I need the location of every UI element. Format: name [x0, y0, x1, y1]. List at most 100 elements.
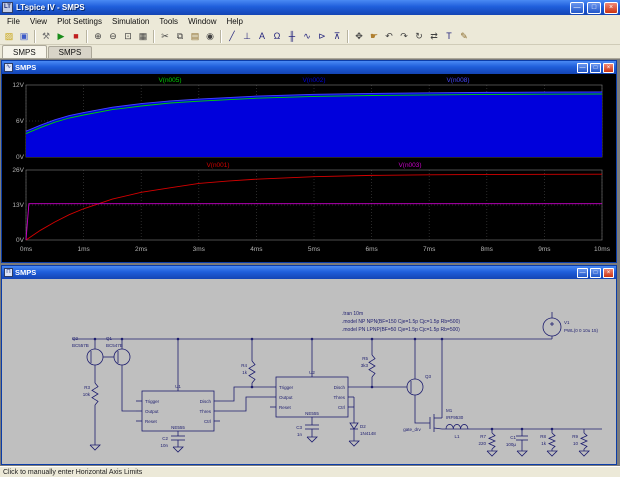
svg-text:NE555: NE555	[305, 411, 319, 416]
waveform-minimize-button[interactable]: —	[577, 62, 588, 73]
menu-item-plot-settings[interactable]: Plot Settings	[52, 17, 107, 26]
svg-text:Output: Output	[279, 395, 293, 400]
svg-text:Ctrl: Ctrl	[204, 419, 211, 424]
waveform-window: ∿ SMPS — □ × 0ms 1ms 2ms 3ms 4ms 5ms 6ms 7ms 8ms…	[1, 60, 617, 263]
svg-text:Q1: Q1	[106, 336, 113, 341]
svg-text:3ms: 3ms	[193, 246, 206, 253]
find-icon[interactable]: ◉	[203, 29, 217, 44]
svg-text:Q2: Q2	[72, 336, 79, 341]
schematic-window-titlebar[interactable]: ⊓ SMPS — □ ×	[2, 266, 616, 279]
svg-text:U1: U1	[175, 384, 181, 389]
schematic-canvas[interactable]: .tran 10m .model NP NPN(BF=150 Cje=1.5p C…	[2, 279, 616, 464]
save-icon[interactable]: ▣	[17, 29, 31, 44]
resistor-icon[interactable]: Ω	[270, 29, 284, 44]
svg-text:Ctrl: Ctrl	[338, 405, 345, 410]
schematic-close-button[interactable]: ×	[603, 267, 614, 278]
waveform-maximize-button[interactable]: □	[590, 62, 601, 73]
waveform-close-button[interactable]: ×	[603, 62, 614, 73]
ground-icon[interactable]: ⊥	[240, 29, 254, 44]
toolbar-separator	[220, 29, 222, 43]
svg-text:M1: M1	[446, 408, 453, 413]
svg-text:1ms: 1ms	[77, 246, 90, 253]
toolbar: ▨ ▣ ⚒ ▶ ■ ⊕ ⊖ ⊡ ▦ ✂ ⧉ ▤ ◉ ╱ ⊥ A Ω ╫ ∿ ⊳ ⊼ ✥ ☛ ↶ ↷ ↻ ⇄ T ✎	[0, 28, 620, 45]
undo-icon[interactable]: ↶	[382, 29, 396, 44]
svg-text:8ms: 8ms	[481, 246, 494, 253]
window-title: LTspice IV - SMPS	[16, 3, 85, 12]
run-icon[interactable]: ▶	[54, 29, 68, 44]
svg-text:1n: 1n	[297, 432, 303, 437]
menu-item-tools[interactable]: Tools	[154, 17, 183, 26]
mdi-client: ∿ SMPS — □ × 0ms 1ms 2ms 3ms 4ms 5ms 6ms 7ms 8ms…	[0, 59, 620, 466]
control-panel-icon[interactable]: ⚒	[39, 29, 53, 44]
schematic-minimize-button[interactable]: —	[577, 267, 588, 278]
label-net-icon[interactable]: A	[255, 29, 269, 44]
svg-text:NE555: NE555	[171, 425, 185, 430]
waveform-window-title: SMPS	[15, 63, 37, 72]
svg-text:R4: R4	[241, 363, 247, 368]
menu-item-window[interactable]: Window	[183, 17, 221, 26]
minimize-button[interactable]: —	[570, 1, 584, 14]
diode-icon[interactable]: ⊳	[315, 29, 329, 44]
app-icon: LT	[2, 2, 13, 13]
halt-icon[interactable]: ■	[69, 29, 83, 44]
svg-text:1k: 1k	[242, 370, 248, 375]
svg-text:R5: R5	[362, 356, 368, 361]
svg-text:.model NP NPN(BF=150 Cje=1.5p: .model NP NPN(BF=150 Cje=1.5p Cjc=1.5p R…	[342, 319, 460, 325]
svg-text:1N4148: 1N4148	[360, 431, 376, 436]
zoom-fit-icon[interactable]: ⊡	[121, 29, 135, 44]
svg-text:0ms: 0ms	[20, 246, 33, 253]
svg-text:6ms: 6ms	[365, 246, 378, 253]
menu-item-simulation[interactable]: Simulation	[107, 17, 154, 26]
tab-smps-2[interactable]: SMPS	[47, 46, 93, 58]
status-text: Click to manually enter Horizontal Axis …	[3, 468, 143, 476]
edit-icon[interactable]: ✎	[457, 29, 471, 44]
toolbar-separator	[153, 29, 155, 43]
copy-icon[interactable]: ⧉	[173, 29, 187, 44]
close-button[interactable]: ×	[604, 1, 618, 14]
svg-text:U2: U2	[309, 370, 315, 375]
component-icon[interactable]: ⊼	[330, 29, 344, 44]
open-icon[interactable]: ▨	[2, 29, 16, 44]
svg-text:5ms: 5ms	[308, 246, 321, 253]
inductor-icon[interactable]: ∿	[300, 29, 314, 44]
svg-text:V(n001): V(n001)	[206, 162, 229, 169]
waveform-plot[interactable]: 0ms 1ms 2ms 3ms 4ms 5ms 6ms 7ms 8ms 9ms 10ms 12V 6V 0…	[2, 74, 616, 262]
schematic-maximize-button[interactable]: □	[590, 267, 601, 278]
svg-text:13V: 13V	[12, 202, 24, 209]
grid-icon[interactable]: ▦	[136, 29, 150, 44]
svg-text:0V: 0V	[16, 154, 25, 161]
menu-item-help[interactable]: Help	[222, 17, 248, 26]
cut-icon[interactable]: ✂	[158, 29, 172, 44]
svg-text:Trigger: Trigger	[279, 385, 294, 390]
menu-item-file[interactable]: File	[2, 17, 25, 26]
svg-text:D2: D2	[360, 424, 366, 429]
tab-bar: SMPS SMPS	[0, 45, 620, 59]
svg-text:26V: 26V	[12, 167, 24, 174]
text-icon[interactable]: T	[442, 29, 456, 44]
svg-text:Thres: Thres	[333, 395, 345, 400]
svg-text:C1: C1	[510, 435, 516, 440]
waveform-window-titlebar[interactable]: ∿ SMPS — □ ×	[2, 61, 616, 74]
drag-icon[interactable]: ☛	[367, 29, 381, 44]
tab-smps-1[interactable]: SMPS	[2, 45, 47, 58]
toolbar-separator	[86, 29, 88, 43]
app-window: LT LTspice IV - SMPS — □ × File View Plot …	[0, 0, 620, 477]
mirror-icon[interactable]: ⇄	[427, 29, 441, 44]
title-bar[interactable]: LT LTspice IV - SMPS — □ ×	[0, 0, 620, 15]
redo-icon[interactable]: ↷	[397, 29, 411, 44]
zoom-back-icon[interactable]: ⊖	[106, 29, 120, 44]
capacitor-icon[interactable]: ╫	[285, 29, 299, 44]
rotate-icon[interactable]: ↻	[412, 29, 426, 44]
zoom-in-icon[interactable]: ⊕	[91, 29, 105, 44]
schematic-window-title: SMPS	[15, 268, 37, 277]
svg-text:2ms: 2ms	[135, 246, 148, 253]
svg-text:V1: V1	[564, 320, 570, 325]
maximize-button[interactable]: □	[587, 1, 601, 14]
paste-icon[interactable]: ▤	[188, 29, 202, 44]
svg-text:10ms: 10ms	[594, 246, 611, 253]
move-icon[interactable]: ✥	[352, 29, 366, 44]
waveform-window-icon: ∿	[4, 63, 13, 72]
svg-text:4ms: 4ms	[250, 246, 263, 253]
wire-icon[interactable]: ╱	[225, 29, 239, 44]
menu-item-view[interactable]: View	[25, 17, 52, 26]
